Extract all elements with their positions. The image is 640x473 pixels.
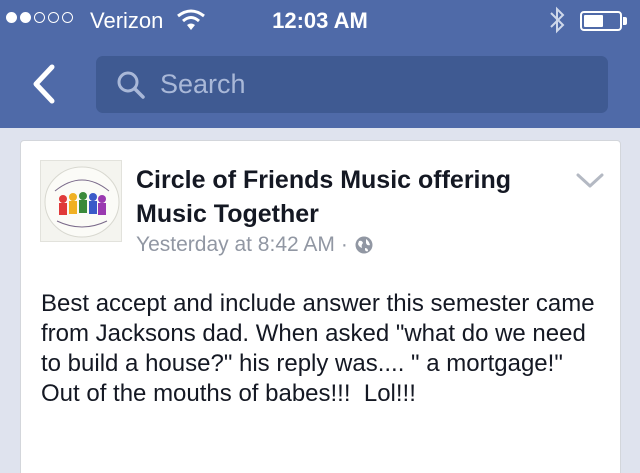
post-body: Best accept and include answer this seme… [41,290,602,407]
search-bar[interactable] [96,56,608,113]
clock: 12:03 AM [272,8,368,33]
battery-tip [623,17,627,25]
chevron-left-icon [33,64,55,104]
search-icon [117,71,145,99]
top-header: Verizon 12:03 AM [0,0,640,128]
chevron-down-icon[interactable] [574,169,606,193]
post-timestamp[interactable]: Yesterday at 8:42 AM [136,233,335,257]
back-button[interactable] [20,60,68,108]
circle-of-friends-logo [44,166,120,238]
meta-separator: · [340,233,348,256]
post-card: Circle of Friends Music offering Music T… [20,140,621,473]
globe-icon [355,236,373,254]
battery-level [584,15,603,27]
status-bar: Verizon 12:03 AM [0,0,640,40]
search-input[interactable] [160,66,580,102]
battery-icon [580,11,622,31]
bluetooth-icon [550,6,565,34]
page-name[interactable]: Circle of Friends Music offering Music T… [136,163,556,231]
page-avatar[interactable] [40,160,122,242]
post-meta: Yesterday at 8:42 AM · [136,233,374,257]
